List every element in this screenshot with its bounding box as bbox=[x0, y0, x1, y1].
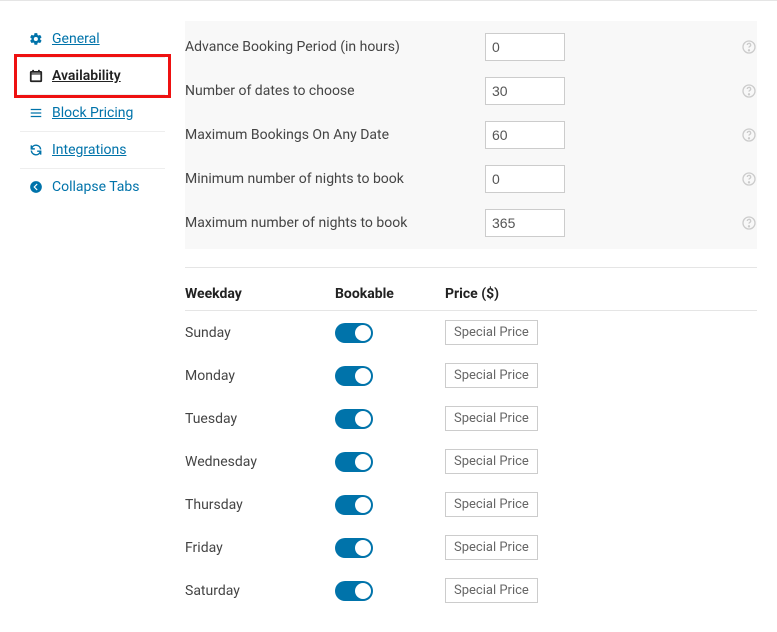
weekday-name: Wednesday bbox=[185, 454, 335, 470]
setting-label: Maximum Bookings On Any Date bbox=[185, 127, 485, 143]
sidebar-item-block-pricing[interactable]: Block Pricing bbox=[20, 95, 165, 132]
sidebar-item-availability[interactable]: Availability bbox=[20, 58, 165, 95]
setting-number-dates: Number of dates to choose bbox=[185, 69, 757, 113]
weekday-row-friday: Friday Special Price bbox=[185, 526, 757, 569]
help-icon[interactable] bbox=[741, 39, 757, 55]
sidebar-item-label: General bbox=[52, 31, 100, 47]
bookable-toggle[interactable] bbox=[335, 538, 373, 558]
bookable-toggle[interactable] bbox=[335, 409, 373, 429]
setting-min-nights: Minimum number of nights to book bbox=[185, 157, 757, 201]
weekday-name: Tuesday bbox=[185, 411, 335, 427]
weekday-row-tuesday: Tuesday Special Price bbox=[185, 397, 757, 440]
setting-label: Maximum number of nights to book bbox=[185, 215, 485, 231]
sidebar-item-integrations[interactable]: Integrations bbox=[20, 132, 165, 169]
special-price-button[interactable]: Special Price bbox=[445, 406, 538, 431]
chevron-left-circle-icon bbox=[28, 180, 44, 194]
weekday-row-sunday: Sunday Special Price bbox=[185, 311, 757, 354]
header-bookable: Bookable bbox=[335, 286, 445, 302]
weekday-row-monday: Monday Special Price bbox=[185, 354, 757, 397]
weekday-row-saturday: Saturday Special Price bbox=[185, 569, 757, 612]
special-price-button[interactable]: Special Price bbox=[445, 492, 538, 517]
bookable-toggle[interactable] bbox=[335, 495, 373, 515]
setting-label: Minimum number of nights to book bbox=[185, 171, 485, 187]
help-icon[interactable] bbox=[741, 83, 757, 99]
help-icon[interactable] bbox=[741, 215, 757, 231]
bookable-toggle[interactable] bbox=[335, 366, 373, 386]
header-weekday: Weekday bbox=[185, 286, 335, 302]
advance-booking-input[interactable] bbox=[485, 33, 565, 61]
sidebar-item-general[interactable]: General bbox=[20, 21, 165, 58]
bookable-toggle[interactable] bbox=[335, 452, 373, 472]
number-dates-input[interactable] bbox=[485, 77, 565, 105]
separator bbox=[185, 267, 757, 268]
special-price-button[interactable]: Special Price bbox=[445, 320, 538, 345]
sidebar-item-label: Block Pricing bbox=[52, 105, 133, 121]
list-icon bbox=[28, 106, 44, 120]
gear-icon bbox=[28, 32, 44, 46]
max-bookings-input[interactable] bbox=[485, 121, 565, 149]
max-nights-input[interactable] bbox=[485, 209, 565, 237]
calendar-icon bbox=[28, 69, 44, 83]
help-icon[interactable] bbox=[741, 127, 757, 143]
settings-sidebar: General Availability Block Pricing Integ… bbox=[20, 21, 165, 612]
weekday-row-wednesday: Wednesday Special Price bbox=[185, 440, 757, 483]
weekday-name: Saturday bbox=[185, 583, 335, 599]
special-price-button[interactable]: Special Price bbox=[445, 449, 538, 474]
settings-block: Advance Booking Period (in hours) Number… bbox=[185, 21, 757, 249]
weekday-name: Monday bbox=[185, 368, 335, 384]
weekday-table: Weekday Bookable Price ($) Sunday Specia… bbox=[185, 286, 757, 612]
refresh-icon bbox=[28, 143, 44, 157]
header-price: Price ($) bbox=[445, 286, 757, 302]
setting-max-bookings: Maximum Bookings On Any Date bbox=[185, 113, 757, 157]
bookable-toggle[interactable] bbox=[335, 581, 373, 601]
setting-label: Number of dates to choose bbox=[185, 83, 485, 99]
setting-label: Advance Booking Period (in hours) bbox=[185, 39, 485, 55]
special-price-button[interactable]: Special Price bbox=[445, 535, 538, 560]
main-content: Advance Booking Period (in hours) Number… bbox=[185, 21, 757, 612]
sidebar-item-label: Collapse Tabs bbox=[52, 179, 140, 195]
sidebar-item-label: Integrations bbox=[52, 142, 126, 158]
weekday-row-thursday: Thursday Special Price bbox=[185, 483, 757, 526]
sidebar-item-label: Availability bbox=[52, 68, 121, 84]
help-icon[interactable] bbox=[741, 171, 757, 187]
weekday-name: Thursday bbox=[185, 497, 335, 513]
weekday-name: Friday bbox=[185, 540, 335, 556]
min-nights-input[interactable] bbox=[485, 165, 565, 193]
bookable-toggle[interactable] bbox=[335, 323, 373, 343]
weekday-header: Weekday Bookable Price ($) bbox=[185, 286, 757, 311]
setting-max-nights: Maximum number of nights to book bbox=[185, 201, 757, 245]
weekday-name: Sunday bbox=[185, 325, 335, 341]
special-price-button[interactable]: Special Price bbox=[445, 578, 538, 603]
setting-advance-booking: Advance Booking Period (in hours) bbox=[185, 25, 757, 69]
special-price-button[interactable]: Special Price bbox=[445, 363, 538, 388]
sidebar-item-collapse-tabs[interactable]: Collapse Tabs bbox=[20, 169, 165, 205]
